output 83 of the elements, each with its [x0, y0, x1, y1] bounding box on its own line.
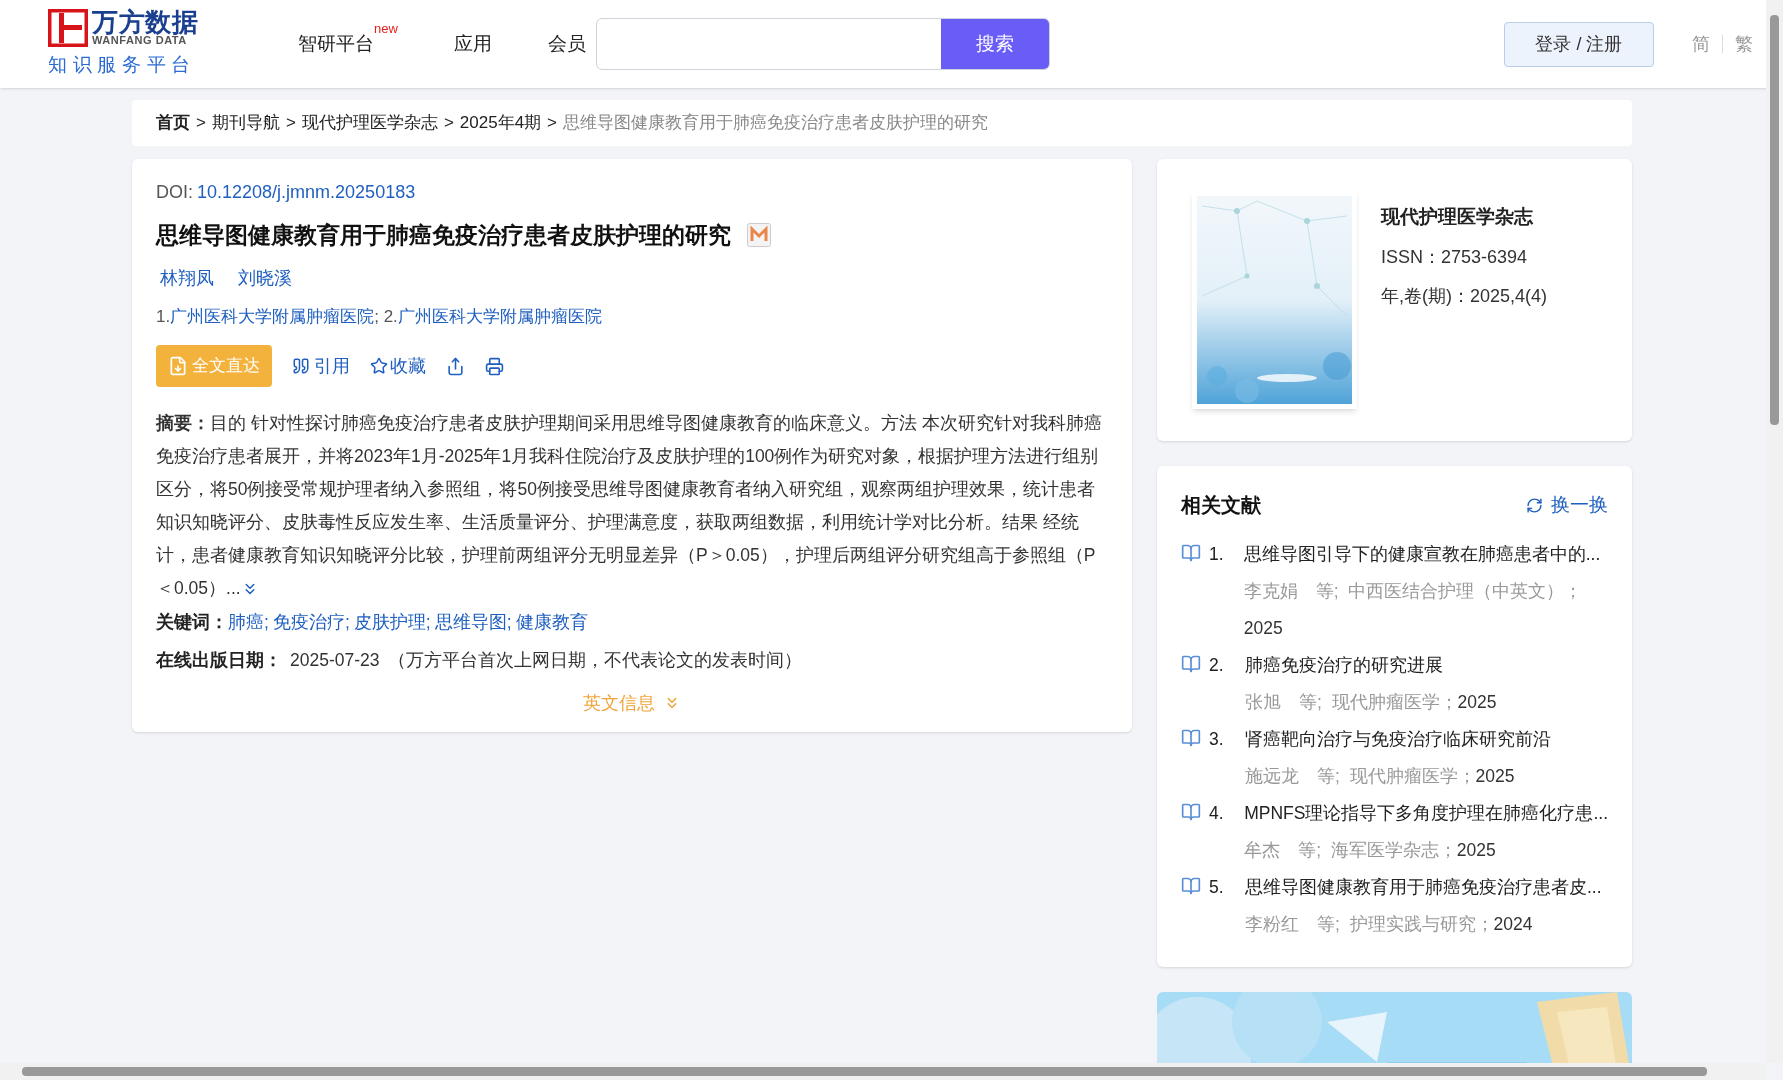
affiliation-link[interactable]: 广州医科大学附属肿瘤医院 [397, 303, 602, 329]
affiliation-number: 1. [156, 305, 171, 328]
affiliation-link[interactable]: 广州医科大学附属肿瘤医院 [170, 303, 375, 329]
m-icon [747, 223, 771, 248]
date-value: 2025-07-23 [290, 649, 380, 673]
star-icon [370, 357, 388, 375]
print-button[interactable] [485, 356, 504, 376]
book-icon [1181, 654, 1201, 674]
nav-link[interactable]: 会员 [547, 29, 586, 59]
related-link[interactable]: 肾癌靶向治疗与免疫治疗临床研究前沿 [1245, 721, 1551, 758]
breadcrumb-separator: > [196, 112, 206, 135]
related-meta: 张旭 等; 现代肿瘤医学； [1245, 692, 1458, 712]
related-year: 2025 [1475, 766, 1515, 786]
book-icon [1181, 543, 1201, 563]
share-icon [446, 356, 465, 376]
keyword-separator: ; [506, 611, 512, 634]
related-number: 1. [1209, 543, 1225, 566]
related-link[interactable]: 肺癌免疫治疗的研究进展 [1245, 647, 1497, 684]
date-note: （万方平台首次上网日期，不代表论文的发表时间） [387, 649, 802, 673]
nav-link[interactable]: 智研平台 [298, 29, 374, 59]
related-link[interactable]: 思维导图引导下的健康宣教在肺癌患者中的... [1243, 536, 1608, 573]
doi-label: DOI: [156, 181, 193, 204]
logo-name: 万方数据 [92, 9, 199, 36]
date-label: 在线出版日期： [156, 649, 282, 673]
breadcrumb-link[interactable]: 期刊导航 [211, 110, 280, 136]
nav-link[interactable]: 应用 [453, 29, 492, 59]
keyword-link[interactable]: 思维导图 [434, 609, 507, 636]
affiliation-number: ; 2. [374, 305, 398, 328]
related-meta: 李克娟 等; 中西医结合护理（中英文）； [1243, 581, 1583, 601]
refresh-icon [1526, 496, 1543, 514]
keyword-link[interactable]: 肺癌 [228, 609, 264, 636]
book-icon [1181, 802, 1201, 822]
breadcrumb-separator: > [443, 112, 454, 135]
keyword-link[interactable]: 免疫治疗 [272, 609, 345, 636]
related-link[interactable]: 思维导图健康教育用于肺癌免疫治疗患者皮... [1245, 869, 1602, 906]
keyword-link[interactable]: 皮肤护理 [353, 609, 426, 636]
author-link[interactable]: 刘晓溪 [238, 264, 292, 292]
journal-issue: 年,卷(期)：2025,4(4) [1381, 284, 1548, 308]
book-icon [1181, 728, 1201, 748]
breadcrumb-current: 思维导图健康教育用于肺癌免疫治疗患者皮肤护理的研究 [563, 112, 989, 135]
related-link[interactable]: MPNFS理论指导下多角度护理在肺癌化疗患... [1244, 795, 1608, 832]
article-title: 思维导图健康教育用于肺癌免疫治疗患者皮肤护理的研究 [156, 221, 731, 250]
related-year: 2025 [1243, 618, 1283, 638]
logo-tagline: 知识服务平台 [48, 52, 198, 77]
doi-link[interactable]: 10.12208/j.jmnm.20250183 [197, 179, 416, 206]
quote-icon [292, 357, 310, 375]
keyword-separator: ; [425, 611, 431, 634]
related-meta: 李粉红 等; 护理实践与研究； [1245, 914, 1494, 934]
related-year: 2025 [1456, 840, 1496, 860]
related-number: 5. [1209, 876, 1225, 899]
share-button[interactable] [446, 356, 465, 376]
related-year: 2024 [1493, 914, 1533, 934]
journal-name[interactable]: 现代护理医学杂志 [1381, 203, 1548, 232]
breadcrumb-link[interactable]: 现代护理医学杂志 [301, 110, 438, 136]
refresh-button[interactable]: 换一换 [1526, 490, 1608, 520]
related-number: 4. [1209, 802, 1225, 825]
related-number: 2. [1209, 654, 1225, 677]
favorite-button[interactable]: 收藏 [370, 352, 426, 380]
journal-issn: ISSN：2753-6394 [1381, 245, 1529, 269]
keyword-separator: ; [264, 611, 269, 634]
printer-icon [485, 356, 504, 376]
logo-subtitle: WANFANG DATA [92, 35, 187, 47]
keyword-link[interactable]: 健康教育 [515, 609, 588, 636]
login-button[interactable]: 登录 / 注册 [1504, 21, 1654, 67]
related-title: 相关文献 [1181, 493, 1261, 518]
breadcrumb-separator: > [547, 112, 558, 135]
abstract-text: 摘要：目的 针对性探讨肺癌免疫治疗患者皮肤护理期间采用思维导图健康教育的临床意义。方法 本次研究针对我科肺癌免疫治疗患者展开，并将2023年1月-2025年1月我科住院治疗及皮肤护理的100例作为研究对象，根据护理方法进行组别区分，将50例接受常规护理者纳入参照组，将50例接受思维导图健康教育者纳入研究组，观察两组护理效果，统计患者知识知晓评分、皮肤毒性反应发生率、生活质量评分、护理满意度，获取两组数据，利用统计学对比分析。结果 经统计，患者健康教育知识知晓评分比较，护理前两组评分无明显差异（P＞0.05），护理后两组评分研究组高于参照组（P＜0.05）... [156, 412, 1103, 601]
logo-icon [48, 8, 88, 47]
author-link[interactable]: 林翔凤 [160, 264, 214, 292]
cite-button[interactable]: 引用 [292, 352, 350, 380]
keyword-separator: ; [344, 611, 350, 634]
breadcrumb-link[interactable]: 首页 [156, 110, 190, 136]
keywords-label: 关键词： [156, 611, 228, 634]
related-year: 2025 [1457, 692, 1497, 712]
search-button[interactable]: 搜索 [940, 19, 1049, 69]
download-icon [168, 356, 188, 376]
new-label: new [374, 21, 398, 36]
breadcrumb-link[interactable]: 2025年4期 [459, 110, 542, 136]
book-icon [1181, 876, 1201, 896]
related-number: 3. [1209, 728, 1225, 751]
related-meta: 施远龙 等; 现代肿瘤医学； [1245, 766, 1476, 786]
related-meta: 牟杰 等; 海军医学杂志； [1244, 840, 1457, 860]
breadcrumb-separator: > [285, 112, 296, 135]
